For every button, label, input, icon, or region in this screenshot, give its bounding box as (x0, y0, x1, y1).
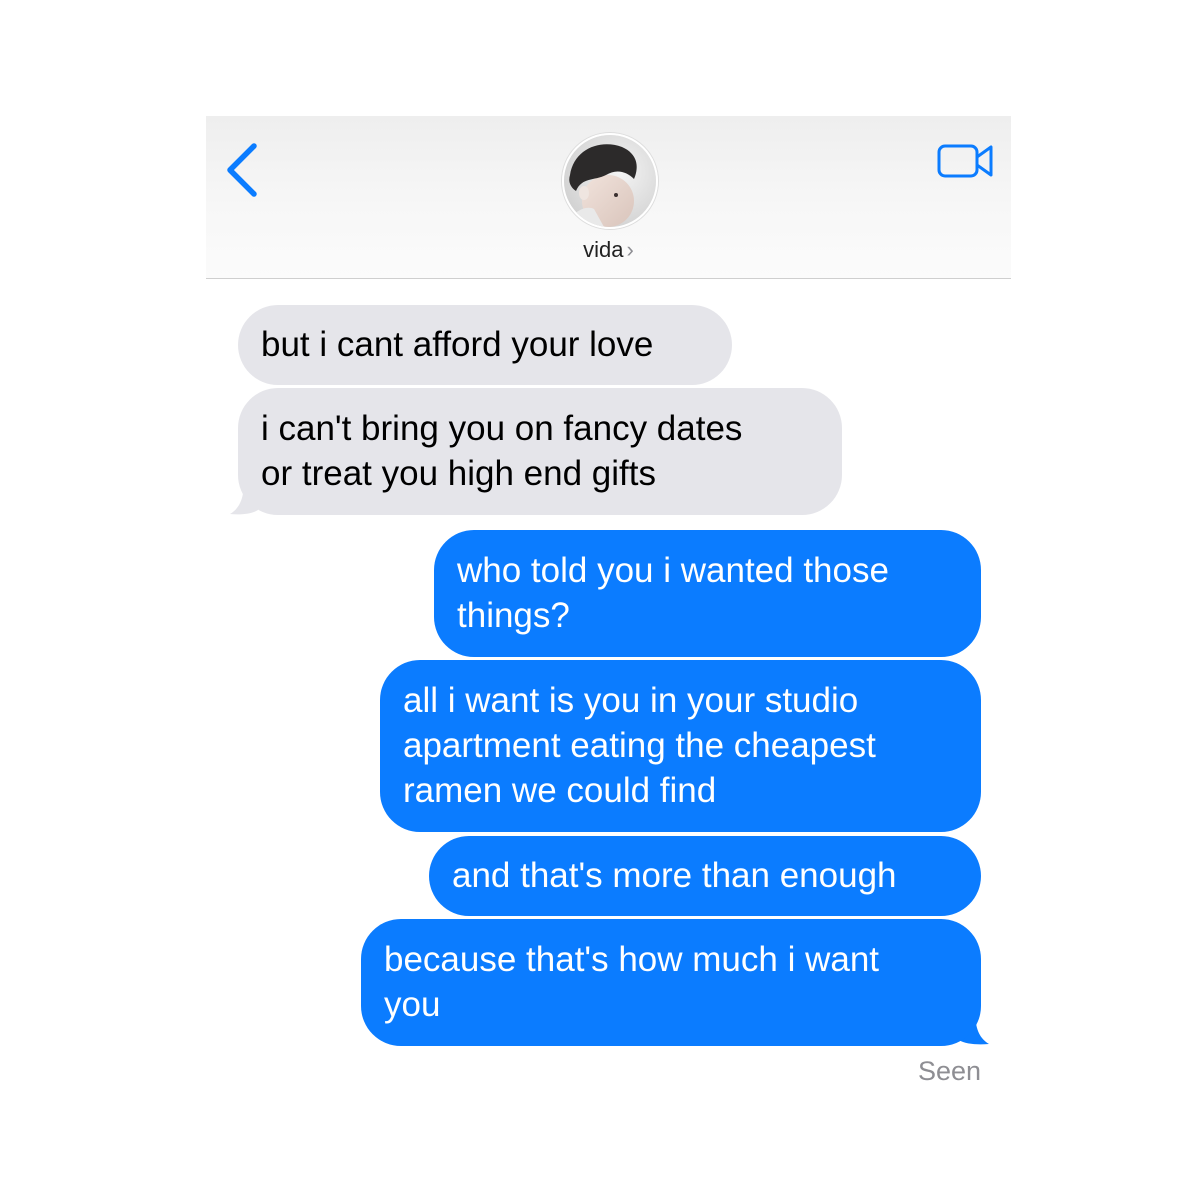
chevron-right-icon: › (626, 237, 634, 262)
message-text: things? (457, 596, 570, 635)
read-receipt: Seen (917, 1056, 981, 1086)
back-button[interactable] (220, 138, 270, 198)
chevron-left-icon (227, 143, 257, 197)
contact-name-button[interactable]: vida › (206, 237, 1011, 263)
message-text: or treat you high end gifts (261, 454, 656, 493)
message-bubble-received[interactable]: i can't bring you on fancy dates or trea… (238, 388, 842, 515)
message-text: because that's how much i want (384, 940, 880, 979)
video-camera-icon (937, 144, 993, 178)
avatar-photo (564, 135, 656, 227)
contact-avatar[interactable] (562, 133, 658, 229)
message-bubble-sent[interactable]: who told you i wanted those things? (434, 530, 981, 657)
message-bubble-sent[interactable]: all i want is you in your studio apartme… (380, 660, 981, 832)
messages-screen: vida › but i cant afford your love i can'… (206, 116, 1011, 1096)
message-text: who told you i wanted those (457, 551, 889, 590)
message-bubble-received[interactable]: but i cant afford your love (238, 305, 732, 385)
message-text: you (384, 985, 441, 1024)
conversation-header: vida › (206, 116, 1011, 279)
message-text: all i want is you in your studio (403, 681, 859, 720)
video-call-button[interactable] (936, 142, 996, 182)
message-text: i can't bring you on fancy dates (261, 409, 743, 448)
message-text: but i cant afford your love (261, 325, 654, 364)
message-bubble-sent[interactable]: because that's how much i want you (361, 919, 981, 1046)
message-text: apartment eating the cheapest (403, 726, 876, 765)
message-bubble-sent[interactable]: and that's more than enough (429, 836, 981, 916)
contact-name: vida (583, 237, 624, 262)
message-text: ramen we could find (403, 771, 717, 810)
message-text: and that's more than enough (452, 856, 897, 895)
